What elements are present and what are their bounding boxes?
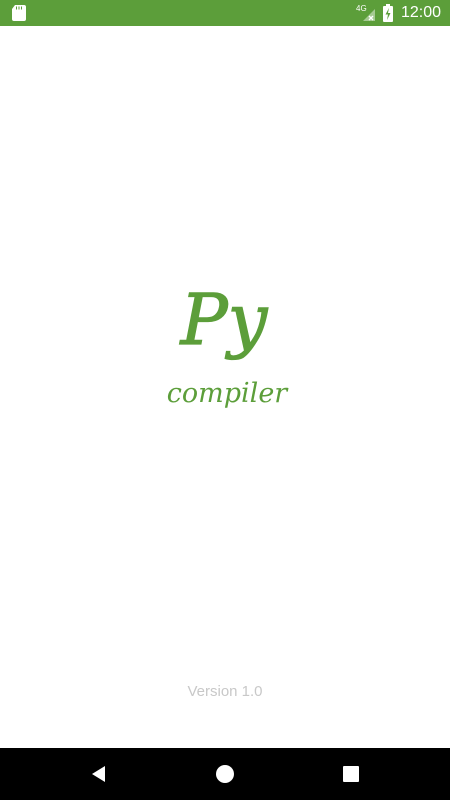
- recents-icon[interactable]: [339, 762, 363, 786]
- network-type-label: 4G: [356, 4, 367, 13]
- cell-signal-icon: 4G: [356, 4, 375, 21]
- logo-subtitle: compiler: [167, 378, 290, 409]
- version-label: Version 1.0: [187, 683, 263, 700]
- home-icon[interactable]: [213, 762, 237, 786]
- navigation-bar: [0, 748, 450, 800]
- status-time: 12:00: [401, 4, 442, 21]
- app-logo: Py compiler: [167, 278, 290, 409]
- battery-charging-icon: [383, 4, 393, 22]
- splash-screen: 4G 12:00 Py compiler Version 1.0: [0, 0, 450, 800]
- status-bar: 4G 12:00: [0, 0, 450, 26]
- back-icon[interactable]: [87, 762, 111, 786]
- sd-card-icon: [12, 5, 26, 21]
- logo-title: Py: [179, 279, 269, 361]
